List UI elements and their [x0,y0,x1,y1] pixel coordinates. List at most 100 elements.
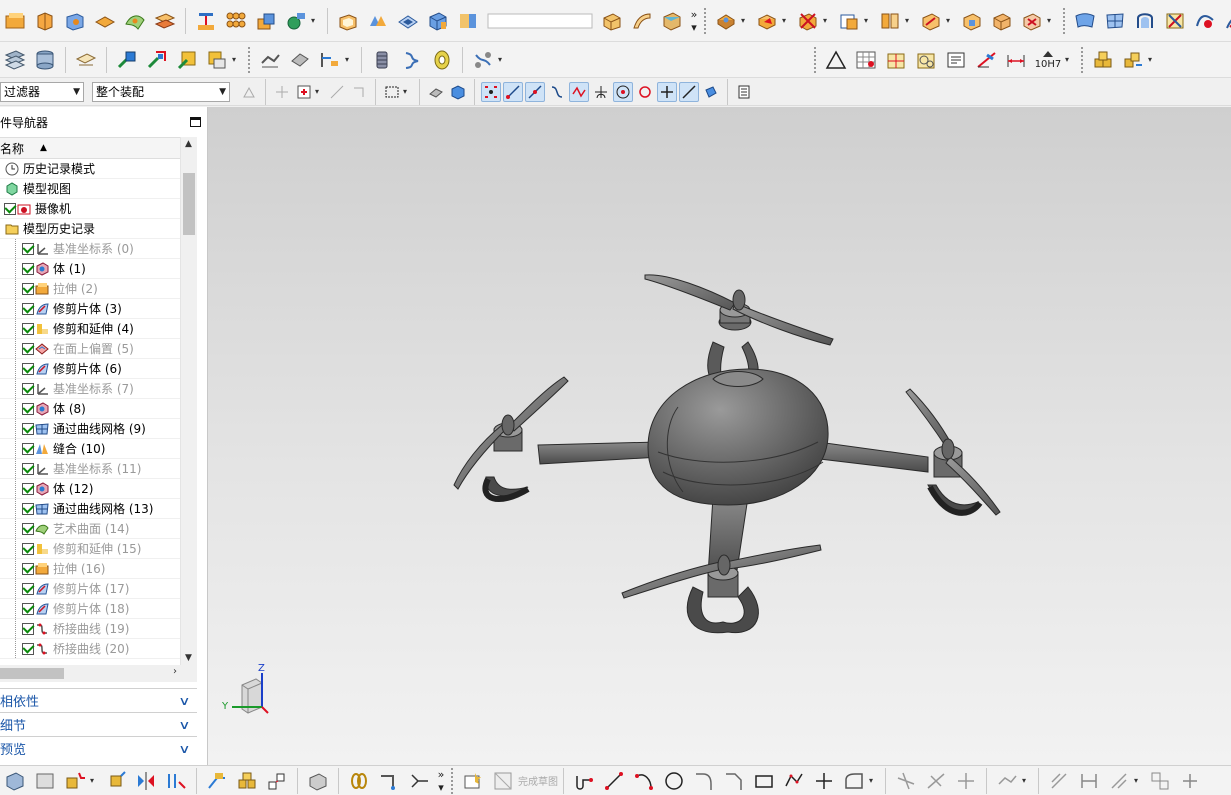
detail-view-icon[interactable] [913,47,939,73]
spring-icon[interactable] [399,47,425,73]
rectangle-icon[interactable] [751,768,777,794]
shell-icon[interactable] [335,8,361,34]
box-icon[interactable] [425,8,451,34]
visibility-checkbox[interactable] [22,582,34,595]
snap-cursor-icon[interactable] [272,82,292,102]
tree-row[interactable]: 缝合 (10) [0,439,180,459]
studio-surface-icon[interactable] [122,8,148,34]
select-box-icon[interactable] [294,82,314,102]
tree-row[interactable]: 历史记录模式 [0,159,180,179]
stack-boxes-icon[interactable] [1090,47,1116,73]
graphics-viewport[interactable]: Z Y [208,107,1231,765]
rapid-dimension-icon[interactable] [1076,768,1102,794]
visibility-checkbox[interactable] [22,442,34,455]
dropdown-arrow[interactable]: ▾ [782,16,790,25]
snap-point-on-curve-icon[interactable] [657,81,677,102]
offset-region-icon[interactable] [989,8,1015,34]
visibility-checkbox[interactable] [22,342,34,355]
finish-sketch-icon[interactable] [490,768,516,794]
dropdown-arrow[interactable]: ▾ [823,16,831,25]
snap-endpoint-icon[interactable] [503,81,523,102]
snap-quadrant-icon[interactable] [635,82,655,102]
dropdown-arrow[interactable]: ▾ [1047,16,1055,25]
sketch-note-icon[interactable] [73,47,99,73]
tree-row[interactable]: 桥接曲线 (19) [0,619,180,639]
tree-row[interactable]: 修剪片体 (17) [0,579,180,599]
dropdown-arrow[interactable]: ▾ [1022,776,1030,785]
triangle-icon[interactable] [823,47,849,73]
visibility-checkbox[interactable] [22,242,34,255]
sheet-metal-icon[interactable] [305,768,331,794]
measure-distance-icon[interactable] [257,47,283,73]
assembly-constraint-icon[interactable] [114,47,140,73]
sketch-plane-icon[interactable] [32,768,58,794]
split-body-icon[interactable] [455,8,481,34]
visibility-checkbox[interactable] [22,502,34,515]
circle-icon[interactable] [661,768,687,794]
offset-curve-icon[interactable] [841,768,867,794]
tree-row[interactable]: 桥接曲线 (20) [0,639,180,659]
dropdown-arrow[interactable]: ▾ [869,776,877,785]
dropdown-arrow[interactable]: ▾ [1148,55,1156,64]
dropdown-arrow[interactable]: ▾ [946,16,954,25]
sphere-icon[interactable] [283,8,309,34]
snap-existing-point-icon[interactable] [481,81,501,102]
tree-row[interactable]: 模型历史记录 [0,219,180,239]
visibility-checkbox[interactable] [22,542,34,555]
reattach-icon[interactable] [103,768,129,794]
tree-row[interactable]: 拉伸 (2) [0,279,180,299]
more-tools-chevron[interactable]: » ▾ [687,8,699,34]
block-icon[interactable] [62,8,88,34]
snap-arc-center-icon[interactable] [613,81,633,102]
dimension-icon[interactable] [1003,47,1029,73]
show-constraints-icon[interactable] [1106,768,1132,794]
boxes-arrow-icon[interactable] [1120,47,1146,73]
table-icon[interactable] [853,47,879,73]
pattern-icon[interactable] [223,8,249,34]
dropdown-arrow[interactable]: ▾ [403,87,411,96]
visibility-checkbox[interactable] [22,562,34,575]
dropdown-arrow[interactable]: ▾ [232,55,240,64]
type-filter-select[interactable]: 过滤器 ▼ [0,81,84,102]
snap-tangent-icon[interactable] [591,82,611,102]
swept-icon[interactable] [629,8,655,34]
visibility-checkbox[interactable] [22,522,34,535]
dropdown-arrow[interactable]: ▾ [1065,55,1073,64]
tree-row[interactable]: 修剪和延伸 (15) [0,539,180,559]
selection-filter-icon[interactable] [239,82,259,102]
sheet-icon[interactable] [92,8,118,34]
draft-icon[interactable] [836,8,862,34]
delete-face-icon[interactable] [1019,8,1045,34]
tree-row[interactable]: 拉伸 (16) [0,559,180,579]
assembly-navigator-icon[interactable] [2,768,28,794]
surface-patch-icon[interactable] [1072,8,1098,34]
navigator-vertical-scrollbar[interactable]: ▲ ▼ [180,137,197,665]
patch-icon[interactable] [395,8,421,34]
visibility-checkbox[interactable] [22,482,34,495]
offset-surface-icon[interactable] [152,8,178,34]
law-extension-icon[interactable] [1222,8,1231,34]
chamfer-sketch-icon[interactable] [721,768,747,794]
sketch-relations-icon[interactable] [1147,768,1173,794]
sketch-icon[interactable] [460,768,486,794]
fit-tolerance-button[interactable]: 10H7 [1033,47,1063,73]
harness-icon[interactable] [470,47,496,73]
tree-row[interactable]: 修剪片体 (6) [0,359,180,379]
visibility-checkbox[interactable] [22,302,34,315]
add-component-icon[interactable] [174,47,200,73]
add-star-icon[interactable] [62,768,88,794]
visibility-checkbox[interactable] [22,282,34,295]
mirror-icon[interactable] [133,768,159,794]
snap-point-on-face-icon[interactable] [679,81,699,102]
x-form-icon[interactable] [1162,8,1188,34]
visibility-checkbox[interactable] [22,362,34,375]
visibility-checkbox[interactable] [22,602,34,615]
snap-settings-icon[interactable] [734,82,754,102]
visibility-checkbox[interactable] [22,642,34,655]
bearing-icon[interactable] [429,47,455,73]
edge-blend-icon[interactable] [713,8,739,34]
profile-icon[interactable] [571,768,597,794]
tree-row[interactable]: 通过曲线网格 (9) [0,419,180,439]
revolve-icon[interactable] [32,8,58,34]
dropdown-arrow[interactable]: ▾ [90,776,98,785]
